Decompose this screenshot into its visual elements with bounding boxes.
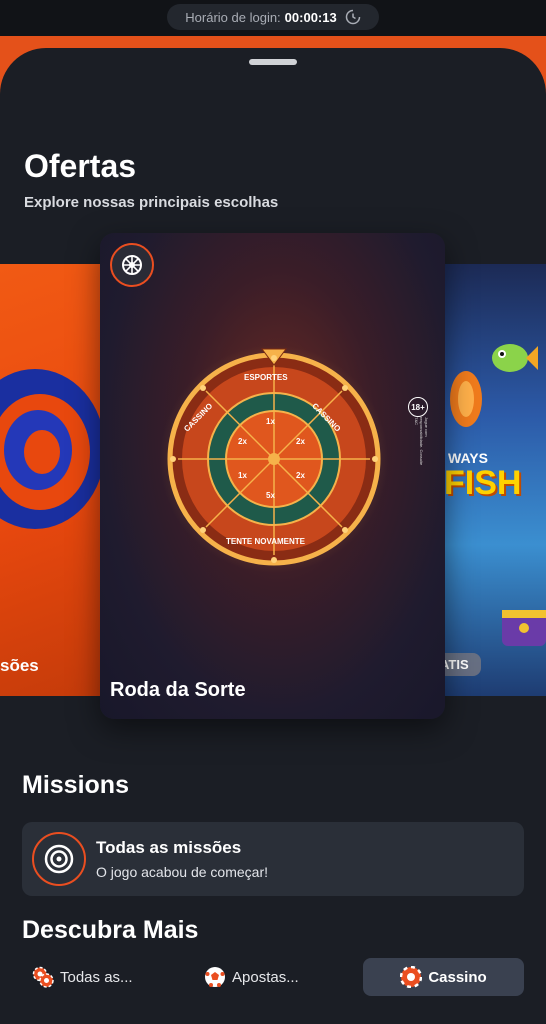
soccer-ball-icon [205,967,225,987]
age-restriction-badge: 18+ Jogue com responsabilidade. Consulte… [408,397,430,469]
wheel-segment-label: TENTE NOVAMENTE [226,537,305,546]
sheet-drag-handle[interactable] [249,59,297,65]
mission-title: Todas as missões [96,838,242,857]
wheel-multiplier: 2x [296,437,305,446]
wheel-multiplier: 1x [266,417,275,426]
wheel-segment-label: CASSINO [310,401,343,434]
treasure-chest-icon [502,610,546,646]
fish-icon [492,344,538,372]
tab-sports-label: Apostas... [232,968,299,986]
status-bar: Horário de login: 00:00:13 [0,0,546,36]
mission-subtitle: O jogo acabou de começar! [96,864,268,880]
mission-icon-badge [32,832,86,886]
login-time: 00:00:13 [284,9,337,25]
wheel-labels: ESPORTES CASSINO TENTE NOVAMENTE CASSINO… [158,343,390,575]
clock-icon [345,9,360,25]
login-time-pill: Horário de login: 00:00:13 [167,4,379,30]
tab-casino-label: Cassino [428,968,487,986]
login-label: Horário de login: [185,9,281,25]
age-badge: 18+ [408,397,428,417]
offer-card-right-tag: ATIS [440,653,481,676]
tab-all-label: Todas as... [60,968,133,986]
discover-title: Descubra Mais [22,916,199,944]
offers-subtitle: Explore nossas principais escolhas [24,194,279,211]
offer-card-left-label: sões [0,656,39,675]
offer-card-roda-da-sorte[interactable]: ESPORTES CASSINO TENTE NOVAMENTE CASSINO… [100,233,445,719]
spiral-artwork [0,369,105,529]
casino-chips-icon [32,966,54,988]
tab-sports[interactable]: Apostas... [194,958,344,996]
tab-all[interactable]: Todas as... [22,958,172,996]
fish-icon [450,371,482,427]
game-title: FISH [444,464,522,502]
wheel-badge [110,243,154,287]
offer-card-title: Roda da Sorte [110,679,246,701]
missions-title: Missions [22,771,129,799]
age-note: Jogue com responsabilidade. Consulte T&C [414,417,429,466]
target-icon [44,844,74,874]
wheel-icon [122,255,142,275]
tab-casino[interactable]: Cassino [363,958,524,996]
bottom-sheet: Ofertas Explore nossas principais escolh… [0,48,546,1024]
wheel-multiplier: 2x [238,437,247,446]
casino-chip-icon [400,966,423,988]
wheel-multiplier: 1x [238,471,247,480]
offer-card-left[interactable]: sões [0,264,110,696]
discover-tabs: Todas as... Apostas... Cassino [22,958,524,996]
wheel-segment-label: CASSINO [182,401,215,434]
wheel-multiplier: 5x [266,491,275,500]
wheel-segment-label: ESPORTES [244,373,288,382]
mission-item-all[interactable]: Todas as missões O jogo acabou de começa… [22,822,524,896]
offers-title: Ofertas [24,148,137,184]
offer-card-right[interactable]: WAYS FISH ATIS [440,264,546,696]
wheel-multiplier: 2x [296,471,305,480]
